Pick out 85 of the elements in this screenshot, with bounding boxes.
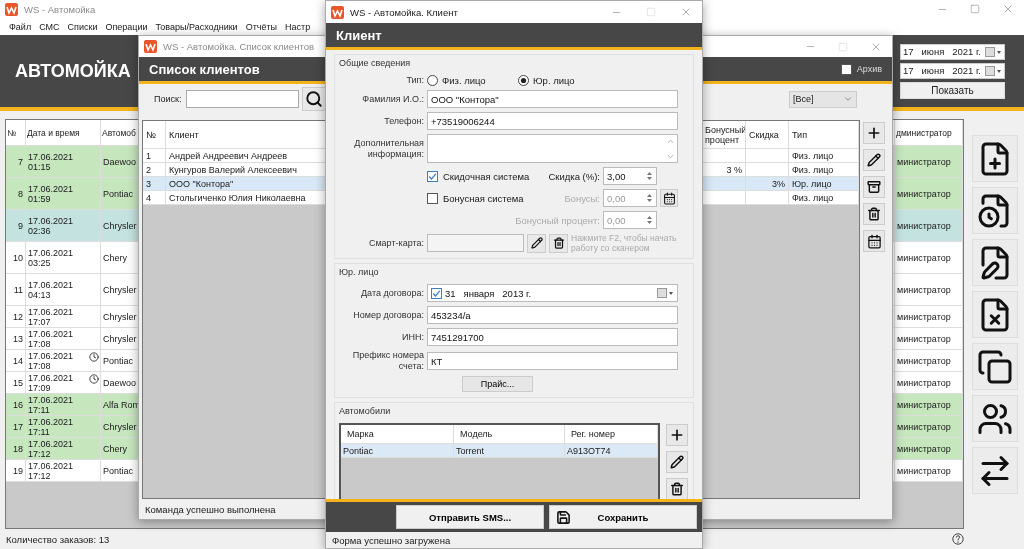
date-time-text: 17.06.2021 17:08	[28, 328, 74, 349]
table-cell: 13	[6, 328, 26, 349]
table-cell: 12	[6, 306, 26, 327]
status-text: Количество заказов: 13	[6, 533, 110, 545]
app-title: АВТОМОЙКА	[15, 60, 131, 82]
field-label: Бонусы:	[563, 192, 600, 204]
date-time-text: 17.06.2021 03:25	[28, 247, 74, 268]
table-cell: 4	[143, 191, 166, 204]
field-label: Бонусный процент:	[514, 214, 600, 226]
table-cell: Pontiac	[341, 444, 454, 457]
field-label: ИНН:	[401, 331, 424, 343]
column-header: Дата и время	[26, 120, 101, 145]
date-time-text: 17.06.2021 17:12	[28, 438, 74, 459]
table-cell: министратор	[895, 460, 963, 481]
table-cell: Юр. лицо	[789, 177, 859, 190]
table-cell: Torrent	[454, 444, 565, 457]
table-cell: министратор	[895, 306, 963, 327]
table-cell: А913ОТ74	[565, 444, 658, 457]
table-cell: 17	[6, 416, 26, 437]
table-cell: 9	[6, 210, 26, 241]
table-cell: министратор	[895, 350, 963, 371]
radio-label: Юр. лицо	[533, 75, 575, 86]
table-cell: Физ. лицо	[789, 149, 859, 162]
table-cell: 15	[6, 372, 26, 393]
window-title: WS - Автомойка. Список клиентов	[163, 41, 314, 52]
column-header: Рег. номер	[565, 425, 658, 443]
checkbox-label: Бонусная система	[443, 192, 524, 204]
column-header: №	[143, 121, 166, 148]
table-cell: 2	[143, 163, 166, 176]
column-header: Тип	[789, 121, 859, 148]
column-header: Модель	[454, 425, 565, 443]
group-title: Автомобили	[339, 406, 392, 416]
table-cell: министратор	[895, 242, 963, 273]
table-cell: министратор	[895, 274, 963, 305]
date-time-text: 17.06.2021 04:13	[28, 279, 74, 300]
date-time-text: 17.06.2021 01:15	[28, 151, 74, 172]
group-title: Общие сведения	[339, 58, 412, 68]
table-cell: министратор	[895, 328, 963, 349]
window-heading: Клиент	[336, 27, 382, 43]
table-cell: Физ. лицо	[789, 191, 859, 204]
date-time-text: 17.06.2021 17:07	[28, 306, 74, 327]
column-header: дминистратор	[895, 120, 963, 145]
status-text: Команда успешно выполнена	[145, 503, 276, 515]
date-time-text: 17.06.2021 17:11	[28, 394, 74, 415]
table-cell: министратор	[895, 438, 963, 459]
field-label: Дата договора:	[360, 287, 424, 299]
date-time-text: 17.06.2021 02:36	[28, 215, 74, 236]
table-cell: 18	[6, 438, 26, 459]
table-cell: 8	[6, 178, 26, 209]
table-cell: 7	[6, 146, 26, 177]
field-label: Префикс номера счета:	[351, 350, 424, 372]
table-cell: министратор	[895, 210, 963, 241]
date-time-text: 17.06.2021 17:09	[28, 372, 74, 393]
table-cell: 1	[143, 149, 166, 162]
table-cell: министратор	[895, 416, 963, 437]
table-cell: министратор	[895, 394, 963, 415]
table-cell: 3	[143, 177, 166, 190]
status-text: Форма успешно загружена	[332, 534, 451, 546]
column-header: Марка	[341, 425, 454, 443]
table-cell: министратор	[895, 178, 963, 209]
field-label: Фамилия И.О.:	[361, 93, 424, 105]
date-time-text: 17.06.2021 01:59	[28, 183, 74, 204]
table-cell: министратор	[895, 146, 963, 177]
radio-label: Физ. лицо	[442, 75, 486, 86]
checkbox-label: Архив	[856, 64, 882, 74]
window-title: WS - Автомойка. Клиент	[350, 6, 458, 18]
table-cell: 11	[6, 274, 26, 305]
field-label: Тип:	[405, 75, 424, 86]
date-time-text: 17.06.2021 17:11	[28, 416, 74, 437]
date-time-text: 17.06.2021 17:08	[28, 350, 74, 371]
column-header: №	[6, 120, 26, 145]
window-title: WS - Автомойка	[24, 3, 96, 15]
field-label: Поиск:	[154, 94, 182, 104]
window-heading: Список клиентов	[149, 61, 260, 77]
table-cell: министратор	[895, 372, 963, 393]
table-cell: Физ. лицо	[789, 163, 859, 176]
field-label: Номер договора:	[352, 309, 424, 321]
table-cell: 16	[6, 394, 26, 415]
table-cell: 19	[6, 460, 26, 481]
table-cell: 14	[6, 350, 26, 371]
table-cell: 10	[6, 242, 26, 273]
date-text: 31 января 2013 г.	[445, 287, 532, 299]
column-header: Скидка	[746, 121, 789, 148]
table-cell: 3%	[746, 177, 789, 190]
date-time-text: 17.06.2021 17:12	[28, 460, 74, 481]
